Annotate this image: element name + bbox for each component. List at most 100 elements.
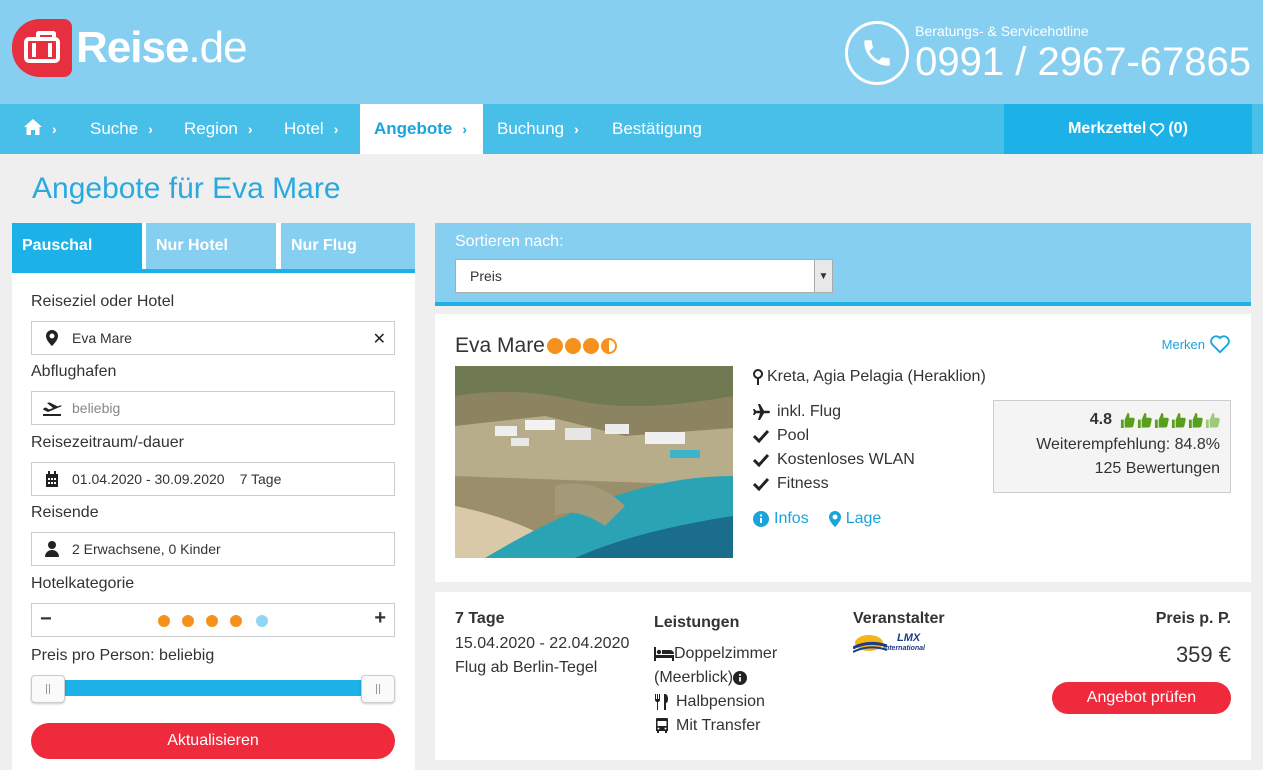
period-input[interactable]: 01.04.2020 - 30.09.2020 7 Tage	[31, 462, 395, 496]
thumbs-up-icon	[1171, 412, 1186, 428]
site-header: Reise.de Beratungs- & Servicehotline 099…	[0, 0, 1263, 104]
plane-departure-icon	[42, 400, 62, 416]
phone-icon	[845, 21, 910, 85]
nav-item-buchung[interactable]: Buchung ›	[497, 104, 579, 154]
thumbs-up-icon	[1137, 412, 1152, 428]
half-star-icon	[600, 338, 617, 354]
bus-icon	[656, 718, 668, 733]
nav-item-suche[interactable]: Suche ›	[90, 104, 153, 154]
thumbs-up-icon	[1188, 412, 1203, 428]
home-icon	[24, 118, 42, 140]
rating-box[interactable]: 4.8 Weiterempfehlung: 84.8% 125 Bewertun…	[993, 400, 1231, 493]
hotel-card: Eva Mare Merken Kreta, Agia Pelagia (Her…	[435, 314, 1251, 582]
thumbs-up-icon	[1205, 412, 1220, 428]
tab-nur-flug[interactable]: Nur Flug	[281, 223, 415, 269]
plus-icon[interactable]: +	[374, 607, 386, 630]
category-dot[interactable]	[230, 615, 242, 627]
hotel-category-selector: − +	[31, 603, 395, 637]
destination-label: Reiseziel oder Hotel	[31, 293, 175, 310]
nav-item-angebote[interactable]: Angebote ›	[360, 104, 483, 154]
hotel-image[interactable]	[455, 366, 733, 558]
lmx-logo: LMX International	[852, 632, 931, 658]
nav-item-region[interactable]: Region ›	[184, 104, 253, 154]
offer-duration: 7 Tage	[455, 610, 505, 627]
airport-label: Abflughafen	[31, 363, 117, 380]
offer-card: 7 Tage 15.04.2020 - 22.04.2020 Flug ab B…	[435, 592, 1251, 760]
price-slider-min-handle[interactable]	[31, 675, 65, 703]
airport-input[interactable]: beliebig	[31, 391, 395, 425]
hotline-label: Beratungs- & Servicehotline	[915, 23, 1089, 39]
category-dot[interactable]	[158, 615, 170, 627]
merkzettel-button[interactable]: Merkzettel (0)	[1004, 104, 1252, 154]
infos-link[interactable]: Infos	[753, 510, 819, 528]
hotline-number[interactable]: 0991 / 2967-67865	[915, 41, 1251, 83]
duration-value: 7 Tage	[239, 471, 282, 487]
map-pin-icon	[753, 369, 763, 385]
destination-input[interactable]: Eva Mare ✕	[31, 321, 395, 355]
service-board: Halbpension	[654, 690, 777, 714]
cutlery-icon	[655, 694, 668, 710]
nav-home[interactable]: ›	[24, 104, 57, 154]
airport-placeholder: beliebig	[72, 400, 121, 416]
calendar-icon	[42, 471, 62, 487]
info-icon	[753, 511, 769, 527]
sort-panel: Sortieren nach: Preis ▼	[435, 223, 1251, 306]
hotline: Beratungs- & Servicehotline 0991 / 2967-…	[845, 18, 1251, 88]
feature-pool: Pool	[753, 424, 915, 448]
travelers-value: 2 Erwachsene, 0 Kinder	[72, 541, 221, 557]
hotel-name[interactable]: Eva Mare	[455, 334, 617, 358]
review-count: 125 Bewertungen	[1094, 460, 1220, 477]
map-pin-icon	[42, 330, 62, 346]
user-icon	[42, 541, 62, 557]
logo-text: Reise.de	[76, 23, 248, 72]
tab-nur-hotel[interactable]: Nur Hotel	[146, 223, 276, 269]
travelers-input[interactable]: 2 Erwachsene, 0 Kinder	[31, 532, 395, 566]
category-dot[interactable]	[206, 615, 218, 627]
hotel-location: Kreta, Agia Pelagia (Heraklion)	[753, 368, 986, 386]
minus-icon[interactable]: −	[40, 608, 52, 631]
period-label: Reisezeitraum/-dauer	[31, 434, 184, 451]
feature-flight: inkl. Flug	[753, 400, 915, 424]
star-icon	[582, 338, 599, 354]
service-room: Doppelzimmer	[654, 642, 777, 666]
lage-link[interactable]: Lage	[828, 510, 892, 528]
sort-value: Preis	[470, 268, 502, 284]
price-label: Preis pro Person: beliebig	[31, 647, 215, 664]
offer-dates: 15.04.2020 - 22.04.2020	[455, 635, 630, 652]
feature-wlan: Kostenloses WLAN	[753, 448, 915, 472]
clear-icon[interactable]: ✕	[373, 329, 386, 349]
offer-flight: Flug ab Berlin-Tegel	[455, 659, 598, 676]
period-value: 01.04.2020 - 30.09.2020	[72, 471, 225, 487]
chevron-right-icon: ›	[52, 121, 57, 137]
merken-button[interactable]: Merken	[1162, 334, 1231, 354]
travelers-label: Reisende	[31, 504, 99, 521]
price-slider-track[interactable]	[32, 680, 377, 696]
tab-pauschal[interactable]: Pauschal	[12, 223, 142, 269]
chevron-right-icon: ›	[148, 121, 153, 137]
heart-icon	[1149, 122, 1165, 137]
check-offer-button[interactable]: Angebot prüfen	[1052, 682, 1231, 714]
service-room-view: (Meerblick)	[654, 666, 777, 690]
nav-item-bestaetigung[interactable]: Bestätigung	[612, 104, 702, 154]
thumbs-up-rating	[1118, 412, 1220, 428]
heart-icon	[1209, 334, 1231, 354]
category-dot[interactable]	[256, 615, 268, 627]
feature-list: inkl. Flug Pool Kostenloses WLAN Fitness	[753, 400, 915, 496]
offer-services: Leistungen Doppelzimmer (Meerblick) Halb…	[654, 614, 777, 738]
site-logo[interactable]: Reise.de	[12, 18, 248, 78]
check-icon	[753, 453, 775, 467]
suitcase-icon	[12, 19, 72, 77]
update-button[interactable]: Aktualisieren	[31, 723, 395, 759]
merken-label: Merken	[1161, 336, 1205, 352]
feature-fitness: Fitness	[753, 472, 915, 496]
offer-operator: Veranstalter LMX International	[852, 610, 945, 658]
category-dot[interactable]	[182, 615, 194, 627]
price-slider-max-handle[interactable]	[361, 675, 395, 703]
destination-value: Eva Mare	[72, 330, 132, 346]
info-icon[interactable]	[733, 671, 748, 685]
check-icon	[753, 429, 775, 443]
category-label: Hotelkategorie	[31, 575, 135, 592]
chevron-right-icon: ›	[247, 121, 253, 137]
nav-item-hotel[interactable]: Hotel ›	[284, 104, 338, 154]
sort-select[interactable]: Preis ▼	[455, 259, 833, 293]
